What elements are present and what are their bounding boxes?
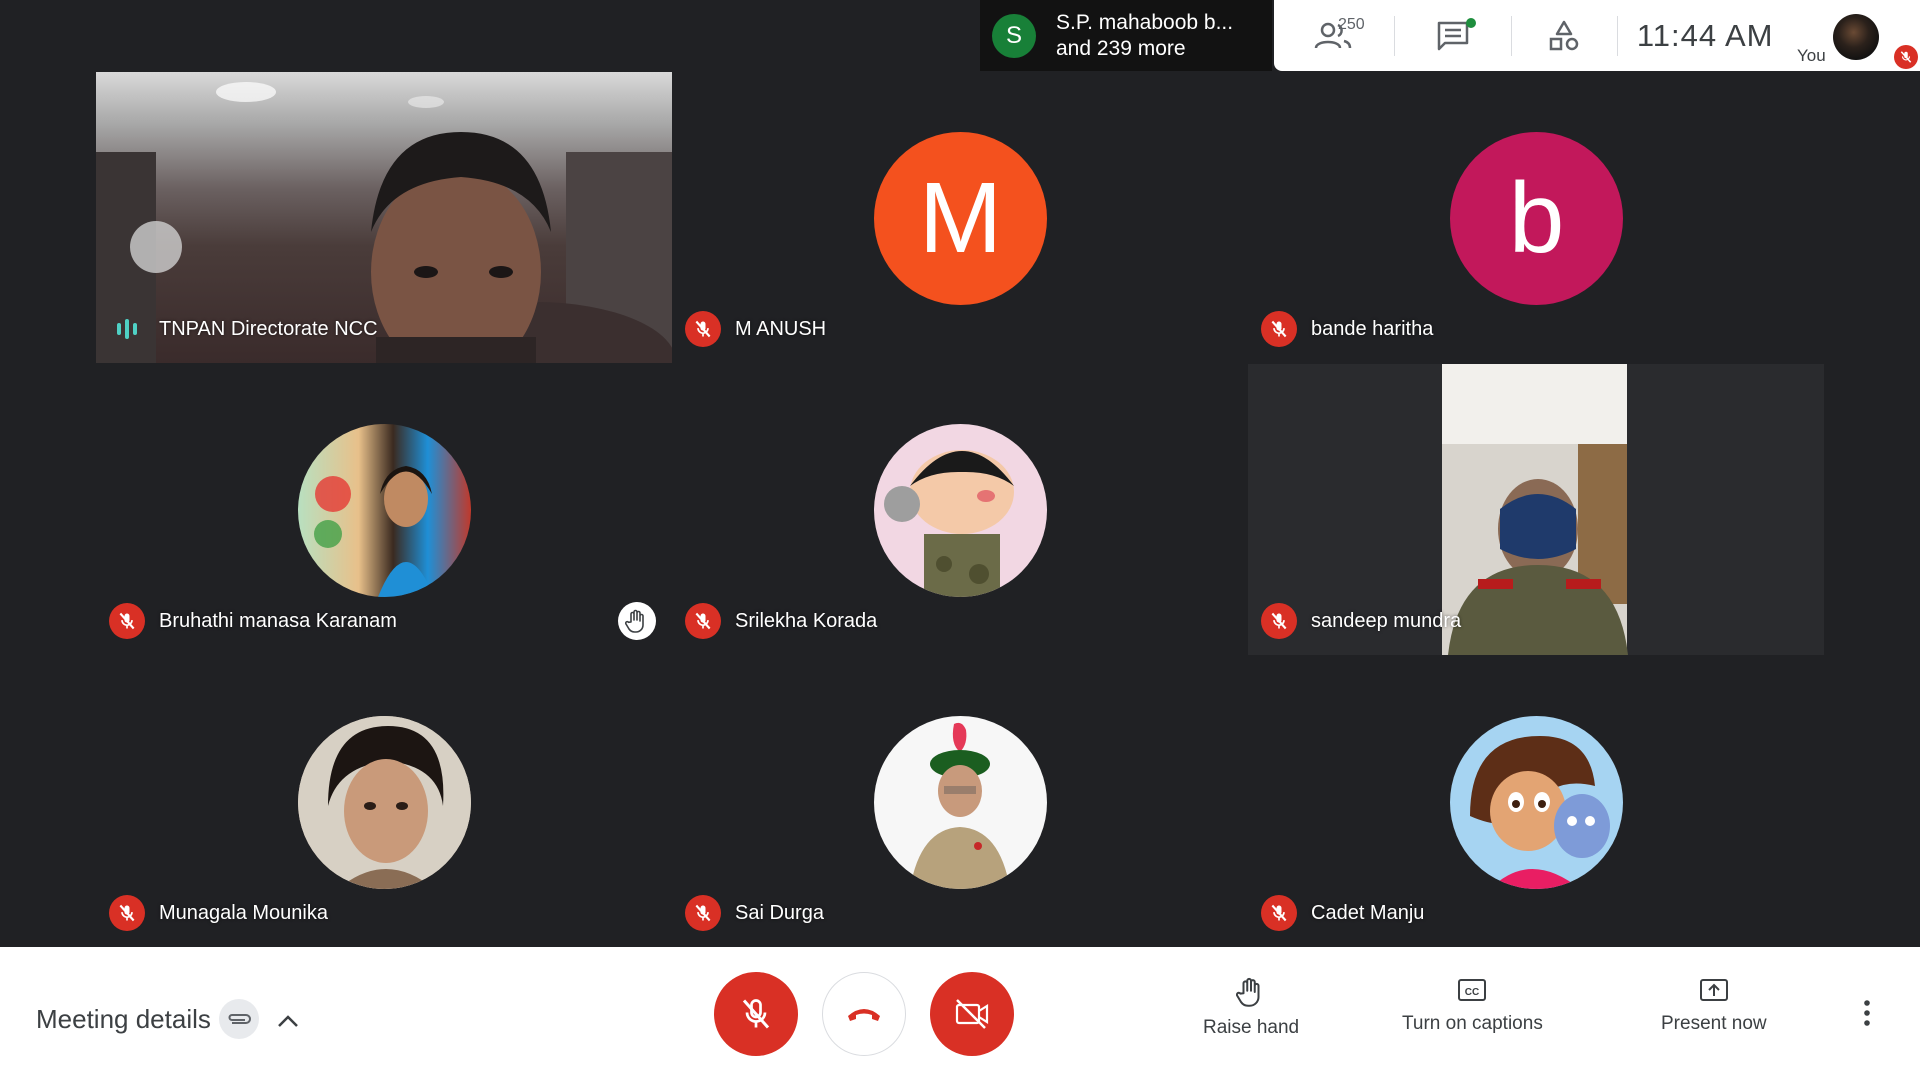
attachment-icon[interactable] — [218, 999, 259, 1039]
participant-label: Cadet Manju — [1261, 895, 1424, 931]
participant-label: Sai Durga — [685, 895, 824, 931]
profile-photo — [314, 466, 434, 597]
participant-name: sandeep mundra — [1311, 609, 1462, 632]
camera-off-icon — [955, 999, 989, 1029]
participant-tile[interactable]: TNPAN Directorate NCC — [96, 72, 672, 363]
profile-photo — [1470, 736, 1610, 889]
meeting-details-button[interactable]: Meeting details — [36, 999, 299, 1039]
meeting-details-label: Meeting details — [36, 1003, 211, 1034]
participant-tile[interactable]: Bruhathi manasa Karanam — [96, 364, 672, 655]
svg-text:CC: CC — [1465, 987, 1479, 998]
mic-off-icon — [1261, 895, 1297, 931]
activities-button[interactable] — [1512, 0, 1618, 71]
raise-hand-label: Raise hand — [1203, 1017, 1300, 1038]
microphone-toggle-button[interactable] — [714, 972, 798, 1056]
top-right-panel: 250 11:44 AM — [1274, 0, 1792, 71]
participant-avatar — [298, 424, 471, 597]
unread-dot — [1465, 18, 1476, 28]
participant-name: Munagala Mounika — [159, 901, 328, 924]
self-view[interactable]: You — [1792, 0, 1920, 71]
participant-avatar: b — [1450, 132, 1623, 305]
mic-off-icon — [109, 603, 145, 639]
captions-button[interactable]: CC Turn on captions — [1402, 975, 1543, 1035]
participant-name: Bruhathi manasa Karanam — [159, 609, 397, 632]
mic-off-icon — [1261, 311, 1297, 347]
profile-photo — [884, 450, 1014, 597]
captions-label: Turn on captions — [1402, 1013, 1543, 1034]
clock: 11:44 AM — [1636, 17, 1774, 53]
participant-name: M ANUSH — [735, 317, 827, 340]
more-options-button[interactable] — [1862, 999, 1872, 1032]
mic-off-icon — [1261, 603, 1297, 639]
chat-button[interactable] — [1395, 0, 1511, 71]
participant-avatar — [874, 716, 1047, 889]
participant-tile[interactable]: Cadet Manju — [1248, 656, 1824, 947]
chevron-up-icon[interactable] — [277, 1004, 299, 1035]
mic-off-icon — [685, 311, 721, 347]
present-icon — [1699, 979, 1728, 1001]
raise-hand-button[interactable]: Raise hand — [1203, 975, 1299, 1039]
participant-avatar — [1450, 716, 1623, 889]
hand-raised-icon — [618, 602, 656, 640]
participant-label: Srilekha Korada — [685, 603, 877, 639]
mic-off-icon — [685, 895, 721, 931]
participant-avatar: M — [874, 132, 1047, 305]
participant-tile[interactable]: sandeep mundra — [1248, 364, 1824, 655]
avatar-initial: b — [1508, 162, 1565, 274]
self-label: You — [1797, 46, 1826, 65]
presenter-avatar: S — [992, 13, 1036, 58]
bottom-bar: Meeting details Raise hand CC Turn on ca… — [0, 947, 1920, 1080]
participant-name: Cadet Manju — [1311, 901, 1425, 924]
profile-photo — [298, 716, 471, 889]
speaking-indicator-icon — [117, 319, 137, 339]
self-mic-off-icon — [1894, 45, 1918, 69]
participant-label: Munagala Mounika — [109, 895, 328, 931]
participant-tile[interactable]: Sai Durga — [672, 656, 1248, 947]
participant-grid: TNPAN Directorate NCC M M ANUSH b bande … — [96, 72, 1825, 947]
participant-name: Sai Durga — [735, 901, 824, 924]
self-avatar — [1833, 14, 1879, 60]
participant-tile[interactable]: M M ANUSH — [672, 72, 1248, 363]
participant-name: TNPAN Directorate NCC — [159, 317, 378, 340]
camera-toggle-button[interactable] — [930, 972, 1014, 1056]
presenter-chip[interactable]: S S.P. mahaboob b... and 239 more — [980, 0, 1272, 71]
profile-photo — [910, 722, 1010, 889]
participant-avatar — [298, 716, 471, 889]
captions-icon: CC — [1458, 979, 1487, 1001]
participant-tile[interactable]: Srilekha Korada — [672, 364, 1248, 655]
presenter-more: and 239 more — [1056, 36, 1186, 60]
participant-label: bande haritha — [1261, 311, 1433, 347]
participant-label: M ANUSH — [685, 311, 826, 347]
participant-name: bande haritha — [1311, 317, 1434, 340]
participants-button[interactable]: 250 — [1274, 0, 1394, 71]
participant-label: Bruhathi manasa Karanam — [109, 603, 397, 639]
mic-off-icon — [685, 603, 721, 639]
mic-off-icon — [742, 999, 770, 1029]
mic-off-icon — [109, 895, 145, 931]
avatar-initial: M — [918, 162, 1003, 274]
participant-tile[interactable]: Munagala Mounika — [96, 656, 672, 947]
chat-icon — [1437, 21, 1468, 50]
participant-avatar — [874, 424, 1047, 597]
participant-label: TNPAN Directorate NCC — [109, 311, 378, 347]
present-now-label: Present now — [1661, 1013, 1767, 1034]
present-now-button[interactable]: Present now — [1661, 975, 1767, 1035]
participant-label: sandeep mundra — [1261, 603, 1461, 639]
top-bar: S S.P. mahaboob b... and 239 more 250 11… — [0, 0, 1920, 72]
activities-icon — [1550, 20, 1579, 50]
presenter-name: S.P. mahaboob b... — [1056, 10, 1234, 34]
leave-call-button[interactable] — [822, 972, 906, 1056]
participant-name: Srilekha Korada — [735, 609, 878, 632]
participant-tile[interactable]: b bande haritha — [1248, 72, 1824, 363]
more-vert-icon — [1864, 1000, 1870, 1026]
raise-hand-icon — [1236, 977, 1260, 1007]
hang-up-icon — [848, 1009, 880, 1021]
participants-count: 250 — [1338, 16, 1365, 33]
